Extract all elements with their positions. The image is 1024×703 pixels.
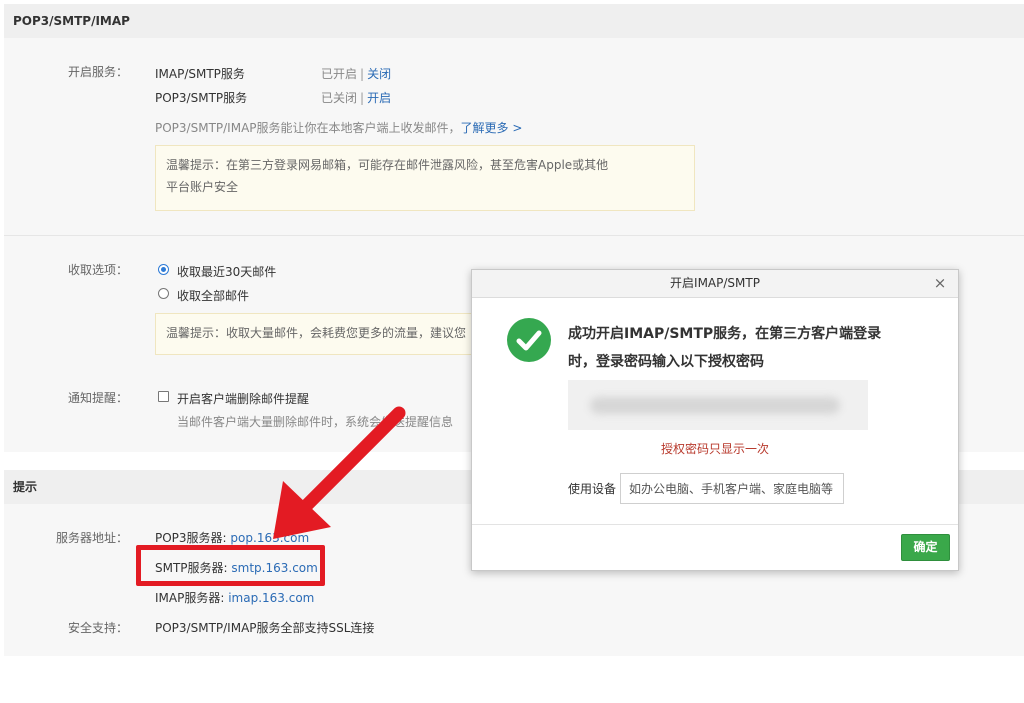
pop3-service-status-row: 已关闭 | 开启 — [321, 89, 391, 106]
password-show-once-note: 授权密码只显示一次 — [660, 442, 769, 456]
receive-label: 收取选项： — [67, 263, 128, 277]
separator: | — [360, 67, 365, 81]
services-description: POP3/SMTP/IMAP服务能让你在本地客户端上收发邮件， — [155, 121, 461, 135]
auth-password-box — [568, 380, 868, 430]
imap-service-status-row: 已开启 | 关闭 — [321, 65, 391, 82]
traffic-tip-box: 温馨提示：收取大量邮件，会耗费您更多的流量，建议您 — [155, 313, 485, 355]
option-recent-30-days[interactable]: 收取最近30天邮件 — [177, 263, 276, 280]
section-title: 提示 — [13, 480, 38, 494]
success-message: 成功开启IMAP/SMTP服务，在第三方客户端登录时，登录密码输入以下授权密码 — [568, 326, 882, 370]
imap-server-host[interactable]: imap.163.com — [228, 591, 314, 605]
pop3-service-status: 已关闭 — [321, 91, 358, 105]
pop3-open-link[interactable]: 开启 — [367, 91, 391, 105]
imap-close-link[interactable]: 关闭 — [367, 67, 391, 81]
dialog-footer-divider — [472, 524, 958, 525]
delete-alert-checkbox[interactable] — [158, 391, 169, 402]
option-all-mail[interactable]: 收取全部邮件 — [177, 287, 249, 304]
confirm-button[interactable]: 确定 — [901, 534, 950, 561]
device-input[interactable] — [620, 473, 844, 504]
dialog-title: 开启IMAP/SMTP — [472, 270, 958, 298]
security-tip-line1: 温馨提示：在第三方登录网易邮箱，可能存在邮件泄露风险，甚至危害Apple或其他 — [166, 158, 609, 172]
security-support-text: POP3/SMTP/IMAP服务全部支持SSL连接 — [155, 621, 375, 635]
section-title: POP3/SMTP/IMAP — [13, 14, 130, 28]
imap-smtp-dialog: 开启IMAP/SMTP × 成功开启IMAP/SMTP服务，在第三方客户端登录时… — [471, 269, 959, 571]
learn-more-link[interactable]: 了解更多 > — [461, 121, 523, 135]
annotation-arrow-icon — [273, 406, 406, 539]
services-label: 开启服务： — [67, 65, 128, 79]
separator: | — [360, 91, 365, 105]
imap-server-row: IMAP服务器: imap.163.com — [155, 589, 314, 606]
traffic-tip-text: 温馨提示：收取大量邮件，会耗费您更多的流量，建议您 — [166, 326, 467, 340]
imap-service-name: IMAP/SMTP服务 — [155, 67, 245, 81]
success-check-icon — [507, 318, 551, 362]
security-tip-line2: 平台账户安全 — [166, 180, 239, 194]
notify-label: 通知提醒： — [67, 391, 128, 405]
radio-all-mail[interactable] — [158, 288, 169, 299]
imap-service-status: 已开启 — [321, 67, 358, 81]
auth-password-blurred — [590, 397, 840, 414]
radio-recent-30-days[interactable] — [158, 264, 169, 275]
server-address-label: 服务器地址： — [55, 531, 128, 545]
security-tip-box: 温馨提示：在第三方登录网易邮箱，可能存在邮件泄露风险，甚至危害Apple或其他 … — [155, 145, 695, 211]
close-icon[interactable]: × — [932, 274, 948, 292]
pop3-service-name: POP3/SMTP服务 — [155, 91, 248, 105]
services-description-row: POP3/SMTP/IMAP服务能让你在本地客户端上收发邮件，了解更多 > — [155, 119, 522, 136]
device-label: 使用设备 — [568, 482, 617, 496]
section-header-pop3: POP3/SMTP/IMAP — [4, 4, 1024, 38]
smtp-highlight-box — [136, 545, 325, 586]
security-support-label: 安全支持： — [67, 621, 128, 635]
imap-server-label: IMAP服务器: — [155, 591, 229, 605]
pop3-server-label: POP3服务器: — [155, 531, 231, 545]
